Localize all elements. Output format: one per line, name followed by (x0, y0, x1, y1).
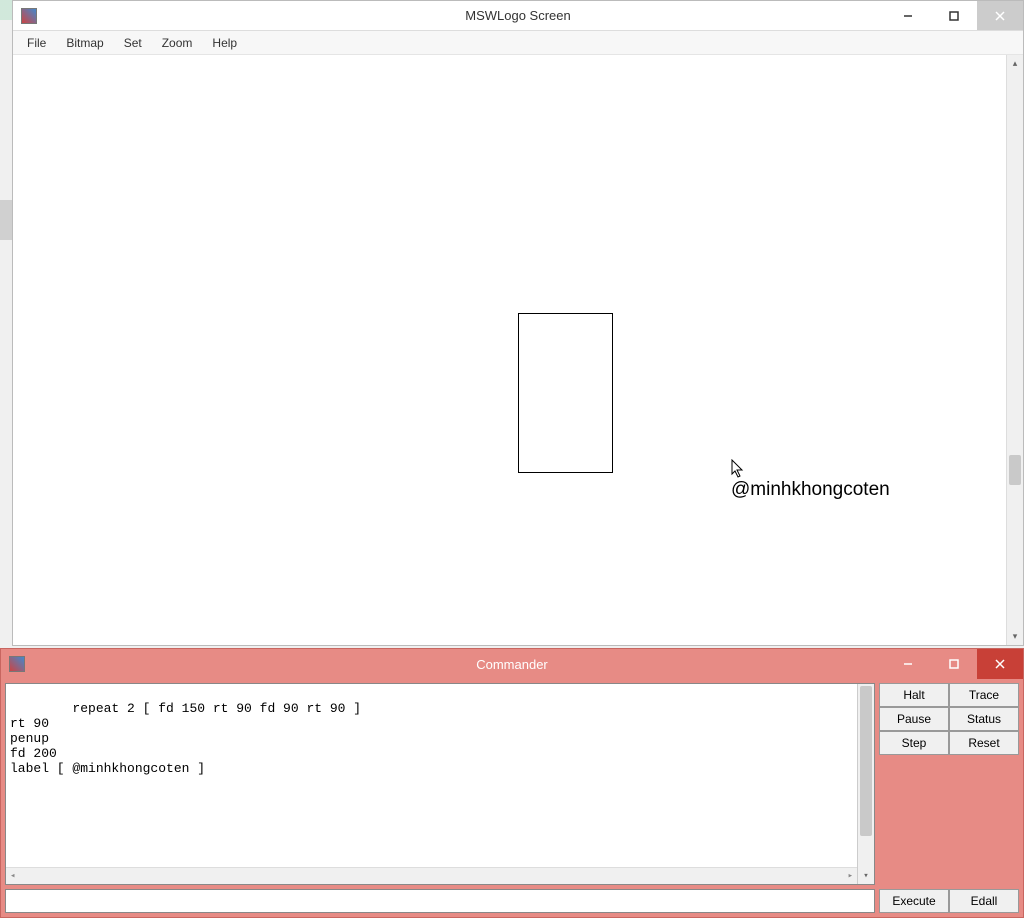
reset-button[interactable]: Reset (949, 731, 1019, 755)
maximize-icon (949, 11, 959, 21)
app-icon (21, 8, 37, 24)
app-icon (9, 656, 25, 672)
minimize-icon (903, 11, 913, 21)
maximize-button[interactable] (931, 649, 977, 679)
scroll-down-icon[interactable]: ▾ (1007, 628, 1023, 645)
menubar: File Bitmap Set Zoom Help (13, 31, 1023, 55)
menu-bitmap[interactable]: Bitmap (56, 33, 113, 53)
maximize-button[interactable] (931, 1, 977, 30)
execute-button[interactable]: Execute (879, 889, 949, 913)
window-controls (885, 1, 1023, 30)
edall-button[interactable]: Edall (949, 889, 1019, 913)
command-history-text: repeat 2 [ fd 150 rt 90 fd 90 rt 90 ] rt… (10, 701, 361, 776)
close-icon (995, 11, 1005, 21)
close-icon (995, 659, 1005, 669)
execute-buttons: Execute Edall (879, 889, 1019, 913)
menu-zoom[interactable]: Zoom (152, 33, 203, 53)
canvas-v-scrollbar[interactable]: ▴ ▾ (1006, 55, 1023, 645)
minimize-icon (903, 659, 913, 669)
commander-window: Commander repeat 2 [ fd 150 rt 90 fd 90 … (0, 648, 1024, 918)
drawing-canvas[interactable]: @minhkhongcoten ▴ ▾ (13, 55, 1023, 645)
titlebar[interactable]: MSWLogo Screen (13, 1, 1023, 31)
step-button[interactable]: Step (879, 731, 949, 755)
command-input-row: Execute Edall (5, 889, 1019, 913)
command-history[interactable]: repeat 2 [ fd 150 rt 90 fd 90 rt 90 ] rt… (5, 683, 875, 885)
scroll-right-icon[interactable]: ▸ (848, 871, 853, 881)
minimize-button[interactable] (885, 649, 931, 679)
background-peek-left (0, 0, 12, 648)
commander-buttons: Halt Trace Pause Status Step Reset (879, 683, 1019, 885)
pause-button[interactable]: Pause (879, 707, 949, 731)
mswlogo-window: MSWLogo Screen File Bitmap Set Zoom Help… (12, 0, 1024, 646)
scrollbar-thumb[interactable] (1009, 455, 1021, 485)
halt-button[interactable]: Halt (879, 683, 949, 707)
commander-main: repeat 2 [ fd 150 rt 90 fd 90 rt 90 ] rt… (5, 683, 1019, 885)
scrollbar-thumb[interactable] (860, 686, 872, 836)
maximize-icon (949, 659, 959, 669)
close-button[interactable] (977, 1, 1023, 30)
window-controls (885, 649, 1023, 679)
scroll-up-icon[interactable]: ▴ (1007, 55, 1023, 72)
commander-body: repeat 2 [ fd 150 rt 90 fd 90 rt 90 ] rt… (1, 679, 1023, 917)
drawn-rectangle (518, 313, 613, 473)
trace-button[interactable]: Trace (949, 683, 1019, 707)
menu-file[interactable]: File (17, 33, 56, 53)
cursor-icon (731, 459, 745, 479)
minimize-button[interactable] (885, 1, 931, 30)
commander-title: Commander (1, 657, 1023, 672)
menu-help[interactable]: Help (202, 33, 247, 53)
history-h-scrollbar[interactable]: ◂ ▸ (6, 867, 857, 884)
canvas-label-text: @minhkhongcoten (731, 479, 890, 501)
scroll-down-icon[interactable]: ▾ (858, 867, 874, 884)
status-button[interactable]: Status (949, 707, 1019, 731)
close-button[interactable] (977, 649, 1023, 679)
window-title: MSWLogo Screen (13, 8, 1023, 23)
scroll-left-icon[interactable]: ◂ (10, 871, 15, 881)
command-input[interactable] (5, 889, 875, 913)
menu-set[interactable]: Set (114, 33, 152, 53)
history-v-scrollbar[interactable]: ▴ ▾ (857, 684, 874, 884)
commander-titlebar[interactable]: Commander (1, 649, 1023, 679)
